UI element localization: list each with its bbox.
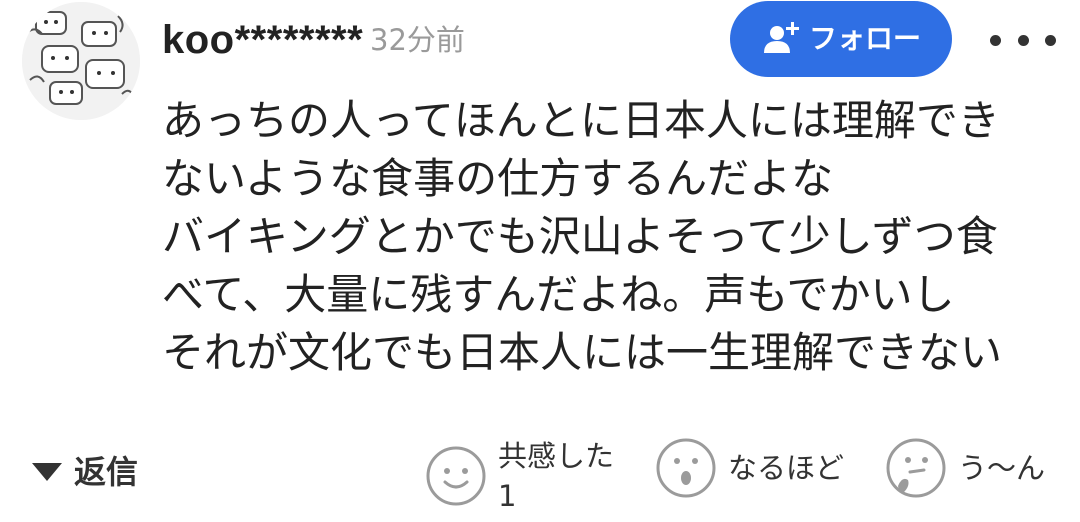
comment-line: バイキングとかでも沢山よそって少しずつ食	[162, 212, 998, 261]
reaction-insight-button[interactable]: なるほど	[654, 436, 844, 500]
comment-line: べて、大量に残すんだよね。声もでかいし	[162, 270, 955, 319]
timestamp: 32分前	[370, 23, 465, 57]
reaction-hmm-button[interactable]: う～ん	[884, 436, 1045, 500]
more-dot	[990, 34, 1001, 46]
comment-line: ないような食事の仕方するんだよな	[162, 154, 834, 203]
reaction-empathy-count: 1	[498, 479, 517, 513]
comment-body: あっちの人ってほんとに日本人には理解でき ないような食事の仕方するんだよな バイ…	[162, 92, 1062, 382]
smile-face-icon	[426, 446, 486, 506]
surprised-face-icon	[656, 438, 716, 498]
more-dot	[1017, 34, 1029, 46]
triangle-down-icon	[32, 463, 62, 481]
follow-button-label: フォロー	[808, 22, 921, 55]
comment-line: それが文化でも日本人には一生理解できない	[162, 328, 1003, 377]
reaction-empathy-button[interactable]: 共感した 1	[424, 436, 634, 516]
add-user-icon	[763, 22, 799, 53]
comment-item: koo******** 32分前 フォロー あっちの人ってほんとに日本人には理解…	[0, 0, 1080, 522]
reply-label: 返信	[74, 453, 139, 491]
avatar[interactable]	[22, 2, 140, 120]
reaction-empathy-label: 共感した	[498, 439, 615, 473]
reaction-hmm-label: う～ん	[958, 451, 1046, 485]
username[interactable]: koo********	[162, 14, 363, 66]
avatar-illustration	[22, 2, 140, 120]
thinking-face-icon	[886, 438, 946, 498]
follow-button[interactable]: フォロー	[730, 1, 952, 77]
more-dot	[1045, 34, 1056, 46]
more-options-icon[interactable]	[990, 22, 1056, 58]
reaction-insight-label: なるほど	[728, 451, 845, 485]
comment-line: あっちの人ってほんとに日本人には理解でき	[162, 96, 1000, 145]
reply-button[interactable]: 返信	[30, 450, 138, 494]
